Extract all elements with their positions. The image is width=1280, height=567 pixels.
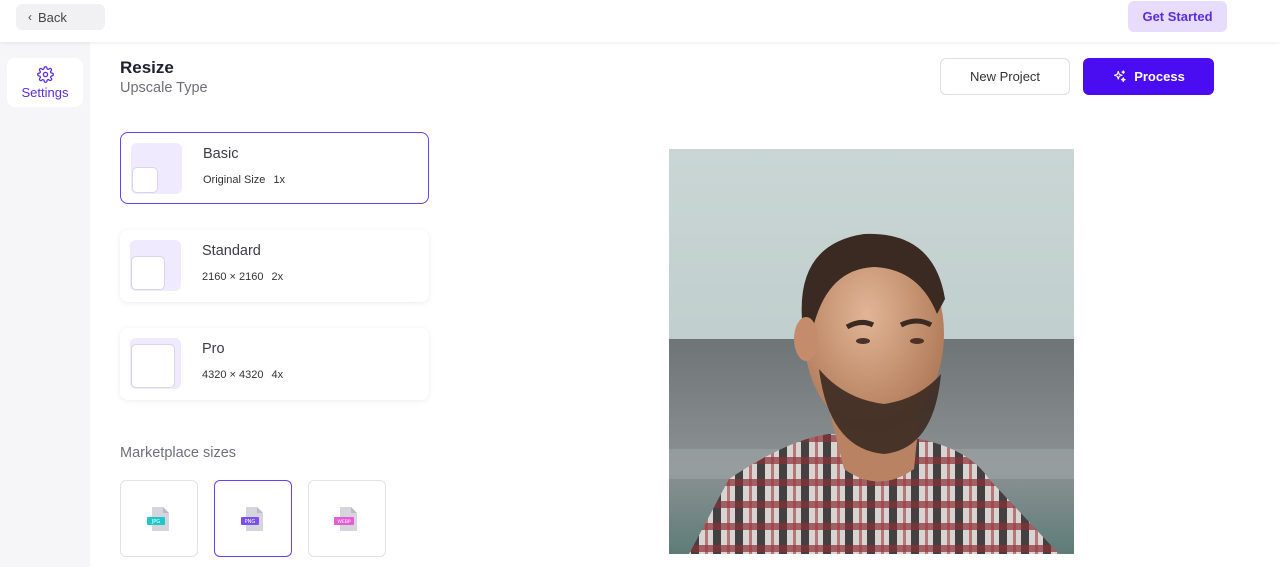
- chevron-left-icon: ‹: [28, 10, 32, 24]
- option-size: 4320 × 4320: [202, 369, 264, 381]
- jpg-file-icon: JPG: [147, 506, 169, 531]
- option-multiplier: 1x: [273, 174, 285, 186]
- option-name: Basic: [203, 146, 239, 162]
- webp-file-icon: WEBP: [334, 506, 357, 531]
- size-thumbnail: [130, 240, 181, 291]
- option-size: Original Size: [203, 174, 266, 186]
- process-label: Process: [1134, 69, 1185, 84]
- png-file-icon: PNG: [241, 506, 263, 531]
- page-title: Resize: [120, 58, 174, 77]
- preview-image: [669, 149, 1074, 554]
- option-name: Pro: [202, 341, 225, 357]
- sidebar: Settings: [0, 42, 90, 567]
- upscale-option-standard[interactable]: Standard 2160 × 2160 2x: [120, 230, 429, 302]
- gear-icon: [36, 65, 54, 83]
- sidebar-item-label: Settings: [21, 84, 69, 100]
- sparkles-icon: [1114, 70, 1126, 83]
- option-multiplier: 4x: [271, 369, 284, 381]
- process-button[interactable]: Process: [1083, 58, 1214, 95]
- option-name: Standard: [202, 243, 261, 259]
- size-thumbnail: [131, 143, 182, 194]
- option-size: 2160 × 2160: [202, 271, 264, 283]
- format-option-webp[interactable]: WEBP: [308, 480, 386, 557]
- option-multiplier: 2x: [271, 271, 284, 283]
- format-label: PNG: [245, 519, 256, 525]
- back-button[interactable]: ‹ Back: [16, 4, 105, 30]
- upscale-option-basic[interactable]: Basic Original Size 1x: [120, 132, 429, 204]
- new-project-button[interactable]: New Project: [940, 58, 1070, 95]
- option-meta: Original Size 1x: [203, 174, 285, 186]
- option-meta: 4320 × 4320 4x: [202, 369, 283, 381]
- format-option-jpg[interactable]: JPG: [120, 480, 198, 557]
- top-bar: ‹ Back Get Started: [0, 0, 1280, 42]
- format-option-png[interactable]: PNG: [214, 480, 292, 557]
- sidebar-item-settings[interactable]: Settings: [7, 58, 83, 107]
- page-subtitle: Upscale Type: [120, 80, 208, 96]
- marketplace-sizes-label: Marketplace sizes: [120, 445, 237, 461]
- format-label: JPG: [151, 519, 160, 525]
- get-started-button[interactable]: Get Started: [1128, 1, 1227, 32]
- size-thumbnail: [130, 338, 181, 389]
- upscale-option-pro[interactable]: Pro 4320 × 4320 4x: [120, 328, 429, 400]
- back-label: Back: [38, 9, 67, 25]
- format-label: WEBP: [337, 519, 351, 525]
- option-meta: 2160 × 2160 2x: [202, 271, 283, 283]
